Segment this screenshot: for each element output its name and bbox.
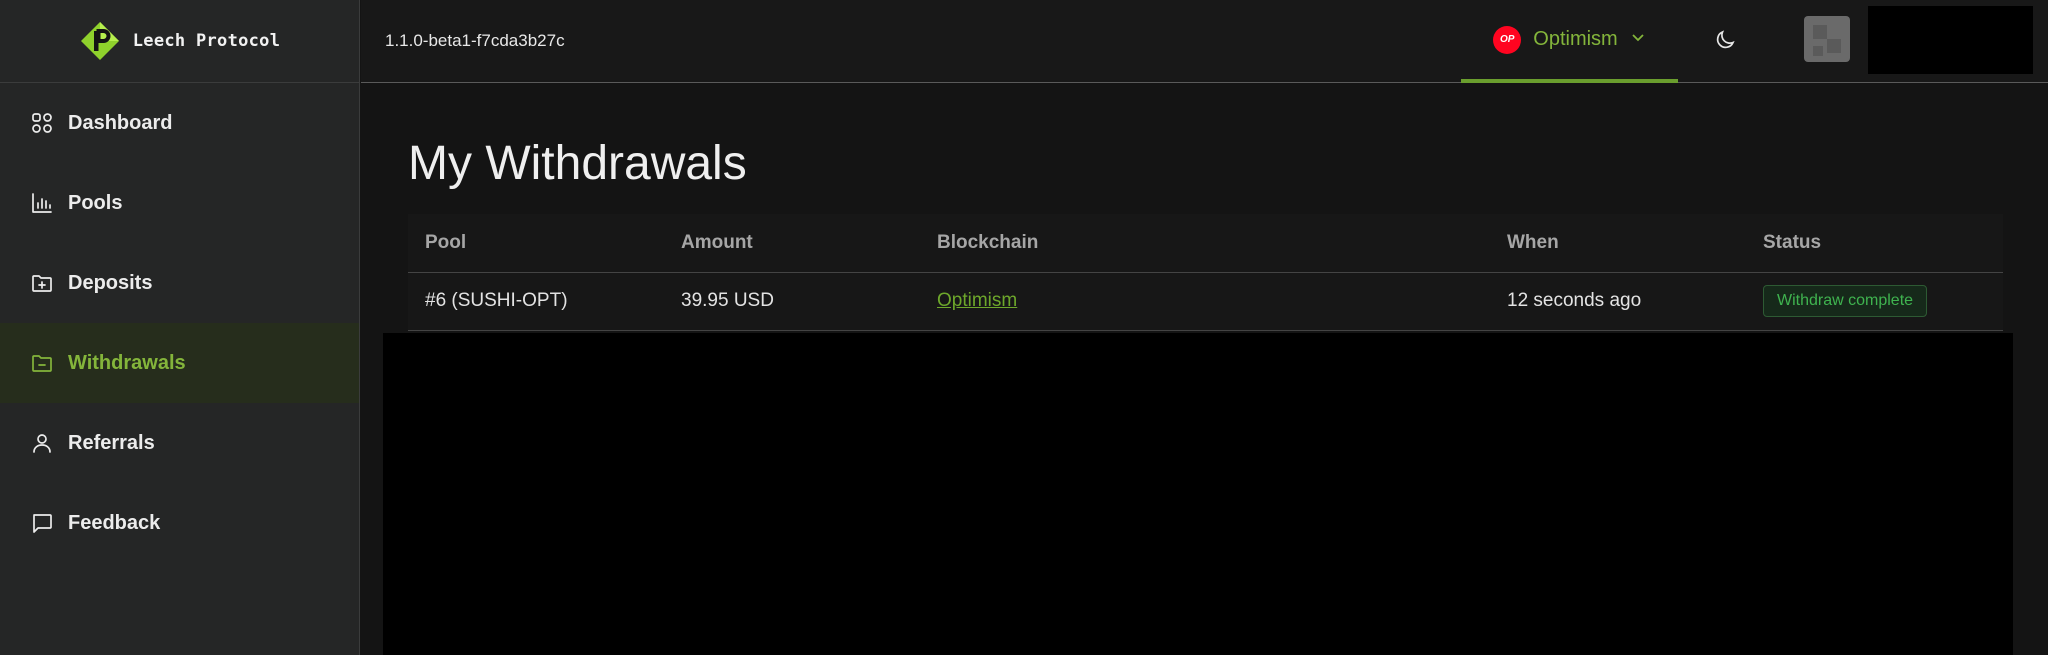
sidebar-item-label: Feedback [68, 511, 161, 534]
sidebar: Leech Protocol Dashboard Pools Deposits … [0, 0, 360, 655]
column-header-blockchain: Blockchain [920, 214, 1490, 273]
bar-chart-icon [30, 191, 54, 215]
sidebar-item-label: Dashboard [68, 111, 173, 134]
page-title: My Withdrawals [408, 137, 747, 190]
sidebar-item-dashboard[interactable]: Dashboard [0, 83, 359, 163]
status-badge: Withdraw complete [1763, 285, 1928, 317]
avatar[interactable] [1804, 16, 1850, 62]
user-icon [30, 431, 54, 455]
column-header-pool: Pool [408, 214, 664, 273]
chevron-down-icon [1630, 29, 1646, 50]
message-icon [30, 511, 54, 535]
network-selector[interactable]: OP Optimism [1461, 0, 1678, 83]
account-button[interactable] [1868, 6, 2033, 74]
cell-pool: #6 (SUSHI-OPT) [408, 272, 664, 331]
cell-when: 12 seconds ago [1490, 272, 1746, 331]
column-header-amount: Amount [664, 214, 920, 273]
topbar: 1.1.0-beta1-f7cda3b27c OP Optimism [361, 0, 2048, 83]
withdrawals-table: Pool Amount Blockchain When Status #6 (S… [408, 214, 2003, 331]
column-header-status: Status [1746, 214, 2003, 273]
app-version: 1.1.0-beta1-f7cda3b27c [385, 31, 565, 50]
brand-logo[interactable]: Leech Protocol [0, 0, 359, 83]
blockchain-link[interactable]: Optimism [937, 290, 1017, 311]
network-label: Optimism [1533, 28, 1618, 50]
sidebar-item-label: Pools [68, 191, 123, 214]
sidebar-item-label: Withdrawals [68, 351, 186, 374]
cell-amount: 39.95 USD [664, 272, 920, 331]
folder-minus-icon [30, 351, 54, 375]
column-header-when: When [1490, 214, 1746, 273]
optimism-icon: OP [1493, 25, 1522, 54]
redacted-region [383, 333, 2013, 655]
main-content: My Withdrawals Pool Amount Blockchain Wh… [361, 84, 2048, 655]
cell-blockchain: Optimism [920, 272, 1490, 331]
brand-name: Leech Protocol [132, 31, 281, 51]
moon-icon [1716, 30, 1735, 49]
table-row: #6 (SUSHI-OPT) 39.95 USD Optimism 12 sec… [408, 272, 2003, 331]
grid-icon [30, 111, 54, 135]
theme-toggle-button[interactable] [1713, 28, 1739, 54]
sidebar-item-referrals[interactable]: Referrals [0, 403, 359, 483]
table-header-row: Pool Amount Blockchain When Status [408, 214, 2003, 273]
leech-logo-icon [80, 22, 119, 60]
sidebar-item-label: Referrals [68, 431, 155, 454]
sidebar-item-feedback[interactable]: Feedback [0, 483, 359, 563]
folder-plus-icon [30, 271, 54, 295]
sidebar-item-pools[interactable]: Pools [0, 163, 359, 243]
cell-status: Withdraw complete [1746, 272, 2003, 331]
sidebar-item-withdrawals[interactable]: Withdrawals [0, 323, 359, 403]
sidebar-nav: Dashboard Pools Deposits Withdrawals Ref… [0, 83, 359, 563]
sidebar-item-label: Deposits [68, 271, 153, 294]
sidebar-item-deposits[interactable]: Deposits [0, 243, 359, 323]
